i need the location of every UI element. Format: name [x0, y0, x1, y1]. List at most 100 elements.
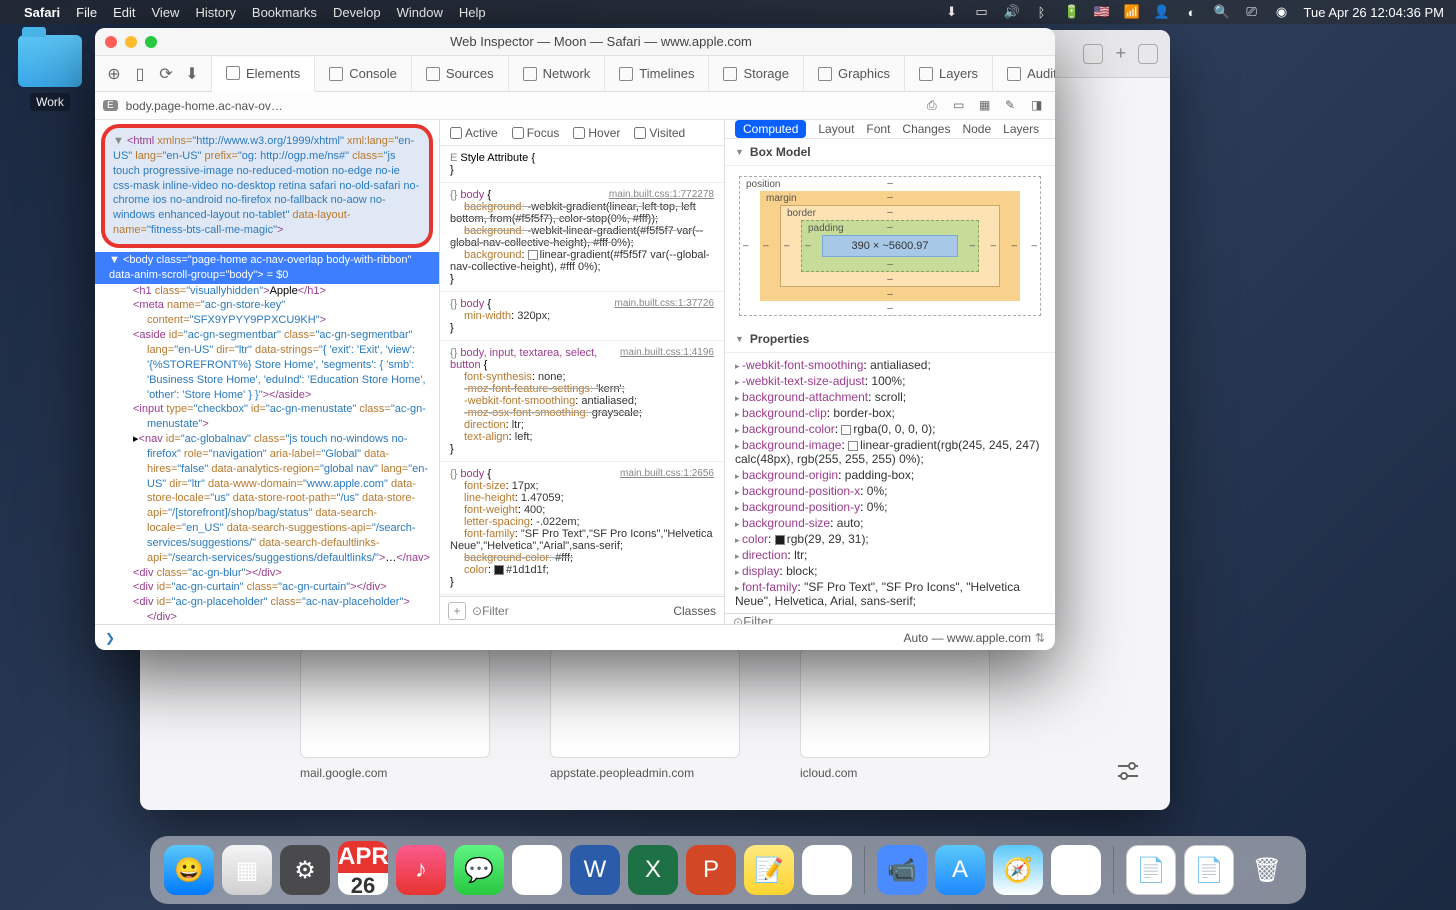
inspect-element-icon[interactable]: ⊕: [105, 65, 123, 83]
dock-zoom[interactable]: 📹: [877, 845, 927, 895]
menu-edit[interactable]: Edit: [113, 5, 135, 20]
dom-node[interactable]: <input type="checkbox" id="ac-gn-menusta…: [119, 402, 433, 432]
context-label[interactable]: Auto — www.apple.com: [904, 631, 1031, 645]
property-row[interactable]: direction: ltr;: [735, 547, 1045, 563]
bluetooth-icon[interactable]: ᛒ: [1034, 4, 1050, 20]
dock-settings[interactable]: ⚙: [280, 845, 330, 895]
menu-help[interactable]: Help: [459, 5, 486, 20]
print-icon[interactable]: ⎙: [927, 98, 943, 114]
detail-tab-font[interactable]: Font: [866, 122, 890, 136]
property-row[interactable]: color: rgb(29, 29, 31);: [735, 531, 1045, 547]
filter-focus[interactable]: Focus: [512, 126, 560, 140]
tab-sources[interactable]: Sources: [412, 56, 509, 91]
dock-notes[interactable]: 📝: [744, 845, 794, 895]
dock-launchpad[interactable]: ▦: [222, 845, 272, 895]
settings-slider-icon[interactable]: [1116, 762, 1140, 780]
menu-develop[interactable]: Develop: [333, 5, 381, 20]
dock-document[interactable]: 📄: [1126, 845, 1176, 895]
tab-layers[interactable]: Layers: [905, 56, 993, 91]
wifi-icon[interactable]: 📶: [1124, 4, 1140, 20]
tab-elements[interactable]: Elements: [212, 57, 315, 92]
screenshot-icon[interactable]: ▦: [979, 98, 995, 114]
share-icon[interactable]: [1083, 44, 1103, 64]
copy-icon[interactable]: ▭: [953, 98, 969, 114]
tab-audit[interactable]: Audit: [993, 56, 1055, 91]
control-center-icon[interactable]: ⎚: [1244, 4, 1260, 20]
property-row[interactable]: font-family: "SF Pro Text", "SF Pro Icon…: [735, 579, 1045, 609]
minimize-button[interactable]: [125, 36, 137, 48]
dock-finder[interactable]: 😀: [164, 845, 214, 895]
reload-icon[interactable]: ⟳: [157, 65, 175, 83]
dom-node[interactable]: <div class="ac-gn-blur"></div>: [119, 566, 433, 581]
panel-right-icon[interactable]: ◨: [1031, 98, 1047, 114]
tabs-icon[interactable]: [1138, 44, 1158, 64]
filter-hover[interactable]: Hover: [573, 126, 620, 140]
inspector-titlebar[interactable]: Web Inspector — Moon — Safari — www.appl…: [95, 28, 1055, 56]
property-row[interactable]: display: block;: [735, 563, 1045, 579]
properties-section-header[interactable]: Properties: [725, 326, 1055, 353]
device-icon[interactable]: ▯: [131, 65, 149, 83]
detail-tab-computed[interactable]: Computed: [735, 120, 806, 138]
detail-tab-changes[interactable]: Changes: [902, 122, 950, 136]
siri-icon[interactable]: ◉: [1274, 4, 1290, 20]
dock-slack[interactable]: ✳: [802, 845, 852, 895]
boxmodel-section-header[interactable]: Box Model: [725, 139, 1055, 166]
user-icon[interactable]: 👤: [1154, 4, 1170, 20]
download-icon[interactable]: ⬇: [183, 65, 201, 83]
menubar-clock[interactable]: Tue Apr 26 12:04:36 PM: [1304, 5, 1444, 20]
tab-storage[interactable]: Storage: [709, 56, 804, 91]
property-row[interactable]: background-attachment: scroll;: [735, 389, 1045, 405]
dock-excel[interactable]: X: [628, 845, 678, 895]
close-button[interactable]: [105, 36, 117, 48]
dom-node[interactable]: <h1 class="visuallyhidden">Apple</h1>: [119, 284, 433, 299]
accessibility-icon[interactable]: ◐: [1184, 4, 1200, 20]
tab-network[interactable]: Network: [509, 56, 606, 91]
app-name[interactable]: Safari: [24, 5, 60, 20]
style-attribute-rule[interactable]: E Style Attribute {}: [440, 146, 724, 183]
dock-document[interactable]: 📄: [1184, 845, 1234, 895]
breadcrumb[interactable]: body.page-home.ac-nav-ov…: [126, 99, 283, 113]
thumb-gmail[interactable]: mail.google.com: [300, 648, 490, 780]
menu-history[interactable]: History: [195, 5, 235, 20]
console-prompt-icon[interactable]: ❯: [105, 631, 115, 645]
menu-window[interactable]: Window: [397, 5, 443, 20]
property-row[interactable]: background-color: rgba(0, 0, 0, 0);: [735, 421, 1045, 437]
add-rule-button[interactable]: +: [448, 602, 466, 620]
context-chevron-icon[interactable]: ⇅: [1035, 631, 1045, 645]
dropbox-icon[interactable]: ⬇: [944, 4, 960, 20]
new-tab-icon[interactable]: +: [1115, 43, 1126, 64]
dock-chrome-canary[interactable]: ◉: [1051, 845, 1101, 895]
property-row[interactable]: -webkit-text-size-adjust: 100%;: [735, 373, 1045, 389]
classes-button[interactable]: Classes: [673, 604, 716, 618]
menu-file[interactable]: File: [76, 5, 97, 20]
filter-visited[interactable]: Visited: [634, 126, 685, 140]
property-row[interactable]: -webkit-font-smoothing: antialiased;: [735, 357, 1045, 373]
styles-filter-input[interactable]: [482, 604, 673, 618]
filter-active[interactable]: Active: [450, 126, 498, 140]
tab-timelines[interactable]: Timelines: [605, 56, 709, 91]
detail-tab-layout[interactable]: Layout: [818, 122, 854, 136]
css-rule[interactable]: main.built.css:1:37726{} body {min-width…: [440, 292, 724, 341]
css-rule[interactable]: main.built.css:1:772278{} body {backgrou…: [440, 183, 724, 292]
property-row[interactable]: background-clip: border-box;: [735, 405, 1045, 421]
detail-tab-layers[interactable]: Layers: [1003, 122, 1039, 136]
dom-node[interactable]: <aside id="ac-gn-segmentbar" class="ac-g…: [119, 328, 433, 402]
dom-node[interactable]: <div id="ac-gn-curtain" class="ac-gn-cur…: [119, 580, 433, 595]
property-row[interactable]: background-position-x: 0%;: [735, 483, 1045, 499]
dom-node[interactable]: ▸<nav id="ac-globalnav" class="js touch …: [119, 432, 433, 566]
dom-tree-pane[interactable]: ▼ <html xmlns="http://www.w3.org/1999/xh…: [95, 120, 440, 624]
battery-icon[interactable]: 🔋: [1064, 4, 1080, 20]
dom-node[interactable]: <meta name="ac-gn-store-key" content="SF…: [119, 298, 433, 328]
dom-node[interactable]: <div id="ac-gn-placeholder" class="ac-na…: [119, 595, 433, 624]
css-rule[interactable]: main.built.css:1:2656{} body {font-size:…: [440, 462, 724, 595]
tab-graphics[interactable]: Graphics: [804, 56, 905, 91]
dock-powerpoint[interactable]: P: [686, 845, 736, 895]
menu-view[interactable]: View: [152, 5, 180, 20]
zoom-button[interactable]: [145, 36, 157, 48]
display-icon[interactable]: ▭: [974, 4, 990, 20]
desktop-folder-work[interactable]: Work: [10, 35, 90, 111]
dock-appstore[interactable]: A: [935, 845, 985, 895]
dock-chrome[interactable]: ◉: [512, 845, 562, 895]
property-row[interactable]: background-size: auto;: [735, 515, 1045, 531]
menu-bookmarks[interactable]: Bookmarks: [252, 5, 317, 20]
